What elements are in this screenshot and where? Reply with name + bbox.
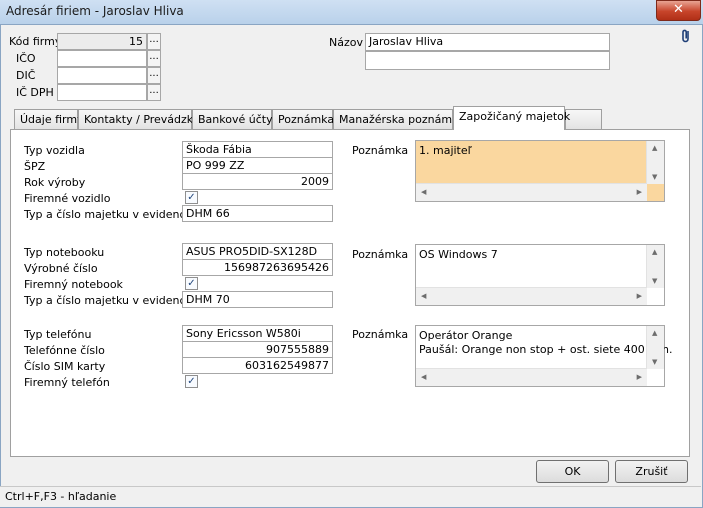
evid-notebook-label: Typ a číslo majetku v evidencii <box>24 294 192 307</box>
ico-field[interactable] <box>57 50 147 67</box>
tab-manazerska-poznamka[interactable]: Manažérska poznámka <box>333 109 465 129</box>
ico-lookup-button[interactable]: ... <box>147 50 161 67</box>
typ-notebooku-field[interactable]: ASUS PRO5DID-SX128D <box>182 243 333 260</box>
nazov-field-2[interactable] <box>365 51 610 70</box>
window-title: Adresár firiem - Jaroslav Hliva <box>6 4 184 18</box>
telefonne-cislo-field[interactable]: 907555889 <box>182 341 333 358</box>
vozidlo-poznamka-text: 1. majiteľ <box>419 144 472 157</box>
tab-empty <box>565 109 602 129</box>
dic-lookup-button[interactable]: ... <box>147 67 161 84</box>
notebook-poznamka-text: OS Windows 7 <box>419 248 498 261</box>
notebook-poznamka-memo[interactable]: OS Windows 7 ▲ ▼ ◀ ▶ <box>415 244 665 306</box>
firemne-vozidlo-label: Firemné vozidlo <box>24 192 111 205</box>
typ-telefonu-field[interactable]: Sony Ericsson W580i <box>182 325 333 342</box>
vyrobne-cislo-label: Výrobné číslo <box>24 262 98 275</box>
vozidlo-poznamka-memo[interactable]: 1. majiteľ ▲ ▼ ◀ ▶ <box>415 140 665 202</box>
telefon-poznamka-memo[interactable]: Operátor Orange Paušál: Orange non stop … <box>415 325 673 387</box>
vertical-scrollbar[interactable]: ▲ ▼ <box>646 245 664 288</box>
firemne-vozidlo-checkbox[interactable]: ✓ <box>185 191 198 204</box>
evid-vozidlo-field[interactable]: DHM 66 <box>182 205 333 222</box>
dic-label: DIČ <box>16 69 36 82</box>
sim-karty-field[interactable]: 603162549877 <box>182 357 333 374</box>
tab-bankove-ucty[interactable]: Bankové účty <box>192 109 273 129</box>
vozidlo-poznamka-label: Poznámka <box>352 144 409 157</box>
vertical-scrollbar[interactable]: ▲ ▼ <box>646 326 664 369</box>
notebook-poznamka-label: Poznámka <box>352 248 409 261</box>
title-bar: Adresár firiem - Jaroslav Hliva ✕ <box>0 0 703 25</box>
tab-poznamka[interactable]: Poznámka <box>272 109 334 129</box>
nazov-label: Názov <box>329 36 363 49</box>
nazov-field[interactable]: Jaroslav Hliva <box>365 33 610 51</box>
icdph-field[interactable] <box>57 84 147 101</box>
spz-field[interactable]: PO 999 ZZ <box>182 157 333 174</box>
typ-vozidla-label: Typ vozidla <box>24 144 85 157</box>
firemny-telefon-label: Firemný telefón <box>24 376 110 389</box>
horizontal-scrollbar[interactable]: ◀ ▶ <box>416 287 647 305</box>
rok-vyroby-field[interactable]: 2009 <box>182 173 333 190</box>
close-button[interactable]: ✕ <box>656 0 701 21</box>
icdph-lookup-button[interactable]: ... <box>147 84 161 101</box>
rok-vyroby-label: Rok výroby <box>24 176 86 189</box>
dic-field[interactable] <box>57 67 147 84</box>
firemny-notebook-checkbox[interactable]: ✓ <box>185 277 198 290</box>
evid-vozidlo-label: Typ a číslo majetku v evidencii <box>24 208 192 221</box>
icdph-label: IČ DPH <box>16 86 54 99</box>
telefon-poznamka-label: Poznámka <box>352 328 409 341</box>
kod-firmy-lookup-button[interactable]: ... <box>147 33 161 50</box>
typ-notebooku-label: Typ notebooku <box>24 246 105 259</box>
vyrobne-cislo-field[interactable]: 156987263695426 <box>182 259 333 276</box>
typ-telefonu-label: Typ telefónu <box>24 328 92 341</box>
spz-label: ŠPZ <box>24 160 46 173</box>
tab-zapozicany-majetok[interactable]: Zapožičaný majetok <box>453 106 570 130</box>
ok-button[interactable]: OK <box>536 460 609 483</box>
typ-vozidla-field[interactable]: Škoda Fábia <box>182 141 333 158</box>
telefonne-cislo-label: Telefónne číslo <box>24 344 105 357</box>
tab-udaje-firmy[interactable]: Údaje firmy <box>14 109 84 129</box>
evid-notebook-field[interactable]: DHM 70 <box>182 291 333 308</box>
kod-firmy-label: Kód firmy <box>9 35 62 48</box>
tab-kontakty[interactable]: Kontakty / Prevádzky <box>78 109 199 129</box>
cancel-button[interactable]: Zrušiť <box>615 460 688 483</box>
sim-karty-label: Číslo SIM karty <box>24 360 106 373</box>
horizontal-scrollbar[interactable]: ◀ ▶ <box>416 183 647 201</box>
firemny-telefon-checkbox[interactable]: ✓ <box>185 375 198 388</box>
status-bar: Ctrl+F,F3 - hľadanie <box>0 486 701 507</box>
paperclip-icon[interactable] <box>678 28 694 44</box>
ico-label: IČO <box>16 52 36 65</box>
telefon-poznamka-line2: Paušál: Orange non stop + ost. siete 400… <box>419 343 673 356</box>
telefon-poznamka-line1: Operátor Orange <box>419 329 513 342</box>
horizontal-scrollbar[interactable]: ◀ ▶ <box>416 368 647 386</box>
status-text: Ctrl+F,F3 - hľadanie <box>5 490 117 503</box>
vertical-scrollbar[interactable]: ▲ ▼ <box>646 141 664 184</box>
kod-firmy-field[interactable]: 15 <box>57 33 147 50</box>
firemny-notebook-label: Firemný notebook <box>24 278 123 291</box>
